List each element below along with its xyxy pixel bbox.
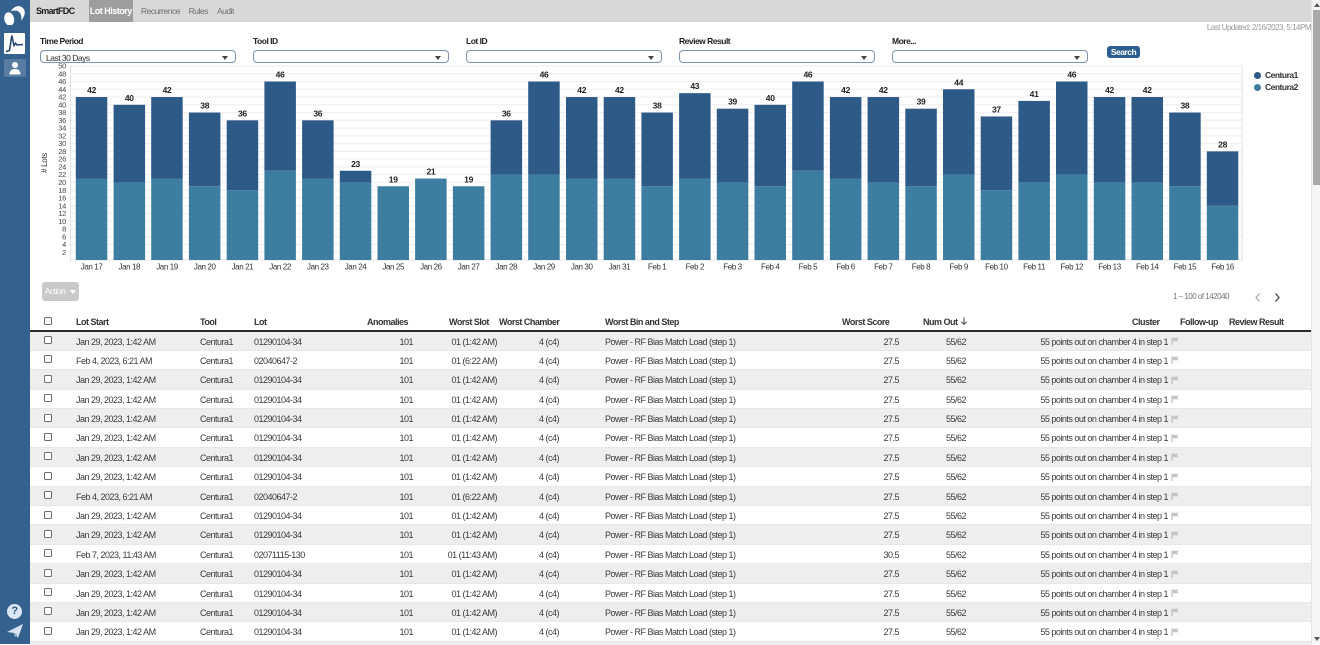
svg-text:42: 42: [163, 85, 172, 95]
svg-text:42: 42: [841, 85, 850, 95]
svg-text:Feb 7: Feb 7: [874, 263, 893, 272]
svg-text:10: 10: [58, 217, 66, 226]
svg-text:42: 42: [1143, 85, 1152, 95]
svg-text:39: 39: [728, 97, 737, 107]
svg-text:28: 28: [1218, 139, 1227, 149]
svg-text:28: 28: [58, 147, 66, 156]
svg-text:46: 46: [803, 70, 812, 80]
svg-text:30: 30: [58, 139, 66, 148]
svg-text:Jan 26: Jan 26: [420, 263, 443, 272]
svg-text:48: 48: [58, 69, 66, 78]
svg-text:18: 18: [58, 186, 66, 195]
svg-text:46: 46: [276, 70, 285, 80]
svg-text:Jan 27: Jan 27: [458, 263, 481, 272]
svg-text:Feb 6: Feb 6: [836, 263, 855, 272]
svg-text:Feb 8: Feb 8: [912, 263, 931, 272]
svg-text:44: 44: [58, 85, 66, 94]
svg-text:Feb 15: Feb 15: [1174, 263, 1197, 272]
svg-text:Jan 19: Jan 19: [156, 263, 179, 272]
svg-text:40: 40: [766, 93, 775, 103]
svg-text:21: 21: [426, 167, 435, 177]
svg-text:36: 36: [58, 116, 66, 125]
svg-text:Feb 3: Feb 3: [723, 263, 742, 272]
svg-text:6: 6: [62, 232, 66, 241]
svg-text:32: 32: [58, 131, 66, 140]
svg-text:20: 20: [58, 178, 66, 187]
svg-text:46: 46: [58, 77, 66, 86]
svg-text:12: 12: [58, 209, 66, 218]
svg-text:34: 34: [58, 124, 66, 133]
svg-text:42: 42: [58, 93, 66, 102]
svg-text:Jan 21: Jan 21: [232, 263, 255, 272]
svg-text:23: 23: [351, 159, 360, 169]
svg-text:8: 8: [62, 225, 66, 234]
svg-text:36: 36: [238, 108, 247, 118]
svg-text:16: 16: [58, 194, 66, 203]
svg-text:44: 44: [954, 77, 963, 87]
svg-text:Feb 9: Feb 9: [949, 263, 968, 272]
svg-text:Feb 5: Feb 5: [799, 263, 818, 272]
svg-text:38: 38: [58, 108, 66, 117]
svg-text:50: 50: [58, 62, 66, 71]
svg-text:24: 24: [58, 163, 66, 172]
svg-text:19: 19: [389, 174, 398, 184]
svg-text:Feb 1: Feb 1: [648, 263, 667, 272]
svg-text:38: 38: [200, 101, 209, 111]
svg-text:40: 40: [58, 100, 66, 109]
svg-text:42: 42: [87, 85, 96, 95]
svg-text:22: 22: [58, 170, 66, 179]
svg-text:Jan 29: Jan 29: [533, 263, 556, 272]
svg-text:46: 46: [1067, 70, 1076, 80]
svg-text:4: 4: [62, 240, 66, 249]
svg-text:14: 14: [58, 201, 66, 210]
svg-text:42: 42: [615, 85, 624, 95]
svg-text:39: 39: [917, 97, 926, 107]
svg-text:26: 26: [58, 155, 66, 164]
svg-text:Feb 13: Feb 13: [1098, 263, 1121, 272]
svg-text:42: 42: [1105, 85, 1114, 95]
svg-text:Jan 30: Jan 30: [571, 263, 594, 272]
svg-text:36: 36: [313, 108, 322, 118]
svg-text:Feb 11: Feb 11: [1023, 263, 1046, 272]
svg-text:Feb 16: Feb 16: [1211, 263, 1234, 272]
svg-text:Jan 23: Jan 23: [307, 263, 330, 272]
svg-text:43: 43: [690, 81, 699, 91]
svg-text:41: 41: [1030, 89, 1039, 99]
svg-text:Jan 24: Jan 24: [345, 263, 368, 272]
svg-text:Jan 28: Jan 28: [495, 263, 518, 272]
svg-text:19: 19: [464, 174, 473, 184]
svg-text:46: 46: [540, 70, 549, 80]
svg-text:Feb 10: Feb 10: [985, 263, 1008, 272]
svg-text:42: 42: [879, 85, 888, 95]
svg-text:38: 38: [653, 101, 662, 111]
svg-text:Jan 22: Jan 22: [269, 263, 292, 272]
svg-text:36: 36: [502, 108, 511, 118]
svg-text:37: 37: [992, 104, 1001, 114]
svg-text:# Lots: # Lots: [40, 153, 49, 173]
svg-text:Jan 31: Jan 31: [609, 263, 632, 272]
svg-text:2: 2: [62, 248, 66, 257]
svg-text:Feb 4: Feb 4: [761, 263, 780, 272]
svg-text:Feb 2: Feb 2: [686, 263, 705, 272]
svg-text:40: 40: [125, 93, 134, 103]
svg-text:42: 42: [577, 85, 586, 95]
svg-text:Jan 18: Jan 18: [118, 263, 141, 272]
svg-text:Feb 14: Feb 14: [1136, 263, 1159, 272]
svg-text:Jan 20: Jan 20: [194, 263, 217, 272]
svg-text:Jan 25: Jan 25: [382, 263, 405, 272]
svg-text:38: 38: [1180, 101, 1189, 111]
svg-text:Feb 12: Feb 12: [1061, 263, 1084, 272]
svg-text:Jan 17: Jan 17: [81, 263, 104, 272]
